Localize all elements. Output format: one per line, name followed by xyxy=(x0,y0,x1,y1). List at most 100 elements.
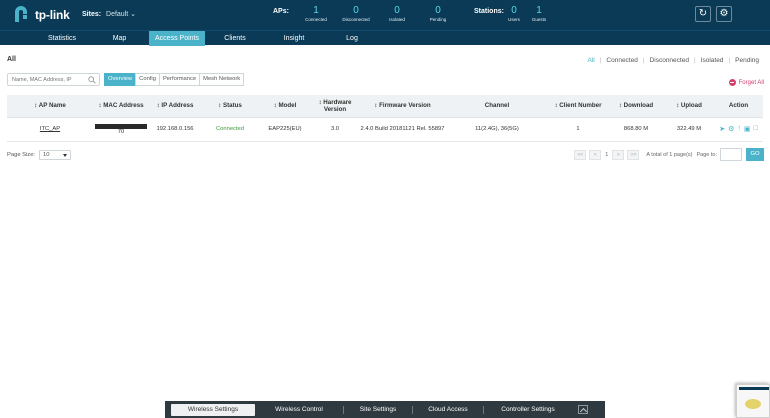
status-badge: Connected xyxy=(215,126,245,132)
last-page-button[interactable]: >> xyxy=(627,149,640,160)
nav-log[interactable]: Log xyxy=(324,31,380,46)
mac-address-suffix: 70 xyxy=(117,128,125,135)
gear-icon[interactable]: ⚙ xyxy=(728,125,734,133)
col-action: Action xyxy=(714,95,763,118)
col-ip-address[interactable]: ↕ IP Address xyxy=(149,95,201,118)
main-nav: Statistics Map Access Points Clients Ins… xyxy=(0,30,770,46)
next-page-button[interactable]: > xyxy=(612,149,625,160)
tp-link-logo[interactable]: tp-link xyxy=(12,6,70,24)
current-page: 1 xyxy=(605,151,609,158)
logo-text: tp-link xyxy=(35,8,70,22)
tab-mesh-network[interactable]: Mesh Network xyxy=(199,73,245,86)
col-upload[interactable]: ↕ Upload xyxy=(664,95,714,118)
nav-access-points[interactable]: Access Points xyxy=(149,31,205,46)
ap-stat-number: 0 xyxy=(435,5,441,16)
filter-connected[interactable]: Connected xyxy=(601,57,642,64)
ap-stat-label: Pending xyxy=(429,17,447,22)
filter-disconnected[interactable]: Disconnected xyxy=(645,57,694,64)
col-model[interactable]: ↕ Model xyxy=(259,95,311,118)
refresh-button[interactable]: ↻ xyxy=(695,6,711,22)
thumbnail-image xyxy=(745,399,761,409)
search-input[interactable] xyxy=(8,74,86,85)
forget-all-label: Forget All xyxy=(738,79,764,86)
firmware-version-cell: 2.4.0 Build 20181121 Rel. 55897 xyxy=(359,117,446,142)
action-cell: ➤ ⚙ ↑ ▣ □ xyxy=(714,117,763,142)
dock-cloud-access[interactable]: Cloud Access xyxy=(413,404,483,416)
ip-address-cell: 192.168.0.156 xyxy=(149,117,201,142)
tab-overview[interactable]: Overview xyxy=(104,73,137,86)
tp-link-logo-icon xyxy=(15,6,27,22)
forget-all-button[interactable]: Forget All xyxy=(728,79,764,86)
ap-stat-number: 1 xyxy=(313,5,319,16)
col-ap-name[interactable]: ↕ AP Name xyxy=(7,95,93,118)
export-icon[interactable]: □ xyxy=(754,125,758,133)
dock-controller-settings[interactable]: Controller Settings xyxy=(484,404,572,416)
site-selector[interactable]: Sites: Default ⌄ xyxy=(82,10,136,18)
section-title: All xyxy=(7,56,16,63)
calendar-icon[interactable]: ▣ xyxy=(744,125,751,133)
tab-performance[interactable]: Performance xyxy=(158,73,201,86)
station-stat-users[interactable]: 0 Users xyxy=(501,5,527,22)
nav-insight[interactable]: Insight xyxy=(266,31,322,46)
station-stat-number: 1 xyxy=(536,5,542,16)
table-header-row: ↕ AP Name ↕ MAC Address ↕ IP Address ↕ S… xyxy=(7,95,763,118)
thumbnail-header xyxy=(739,387,769,390)
col-download[interactable]: ↕ Download xyxy=(608,95,664,118)
search-box xyxy=(7,73,100,86)
model-cell: EAP225(EU) xyxy=(259,117,311,142)
collapse-dock-button[interactable] xyxy=(578,405,588,414)
upgrade-icon[interactable]: ↑ xyxy=(737,125,741,133)
ap-stat-isolated[interactable]: 0 Isolated xyxy=(377,5,417,22)
table-row[interactable]: ITC_AP 70 192.168.0.156 Connected EAP225… xyxy=(7,117,763,142)
filter-all[interactable]: All xyxy=(582,57,599,64)
ap-stat-connected[interactable]: 1 Connected xyxy=(296,5,336,22)
chevron-down-icon: ⌄ xyxy=(130,11,137,18)
locate-icon[interactable]: ➤ xyxy=(719,125,725,133)
dock-wireless-control[interactable]: Wireless Control xyxy=(255,404,343,416)
ap-stat-number: 0 xyxy=(394,5,400,16)
ap-stat-number: 0 xyxy=(353,5,359,16)
ap-stat-disconnected[interactable]: 0 Disconnected xyxy=(336,5,376,22)
screenshot-thumbnail[interactable] xyxy=(736,384,770,418)
ap-stat-pending[interactable]: 0 Pending xyxy=(418,5,458,22)
first-page-button[interactable]: << xyxy=(574,149,587,160)
station-stat-label: Guests xyxy=(531,17,547,22)
filter-pending[interactable]: Pending xyxy=(730,57,764,64)
pagination: << < 1 > >> A total of 1 page(s) Page to… xyxy=(574,148,764,161)
nav-statistics[interactable]: Statistics xyxy=(34,31,90,46)
col-channel: Channel xyxy=(446,95,548,118)
station-stat-guests[interactable]: 1 Guests xyxy=(526,5,552,22)
ap-stat-label: Connected xyxy=(305,17,327,22)
col-mac-address[interactable]: ↕ MAC Address xyxy=(93,95,149,118)
client-number-cell: 1 xyxy=(548,117,608,142)
tab-config[interactable]: Config xyxy=(135,73,160,86)
aps-label: APs: xyxy=(273,8,289,15)
sites-value: Default xyxy=(106,11,129,18)
ap-stat-label: Disconnected xyxy=(342,17,370,22)
col-status[interactable]: ↕ Status xyxy=(201,95,259,118)
station-stat-label: Users xyxy=(508,17,520,22)
go-button[interactable]: GO xyxy=(746,148,764,161)
page-size-value: 10 xyxy=(43,152,50,158)
filter-isolated[interactable]: Isolated xyxy=(696,57,729,64)
nav-clients[interactable]: Clients xyxy=(207,31,263,46)
col-firmware-version[interactable]: ↕ Firmware Version xyxy=(359,95,446,118)
ap-stat-label: Isolated xyxy=(389,17,405,22)
page-to-label: Page to: xyxy=(696,151,718,158)
sites-label: Sites: xyxy=(82,11,102,18)
col-hardware-version[interactable]: ↕ Hardware Version xyxy=(311,95,359,118)
page-size-select[interactable]: 10 xyxy=(39,150,72,160)
dock-wireless-settings[interactable]: Wireless Settings xyxy=(171,403,255,416)
ap-name-link[interactable]: ITC_AP xyxy=(40,126,60,132)
prev-page-button[interactable]: < xyxy=(589,149,602,160)
page-to-input[interactable] xyxy=(720,148,742,161)
col-client-number[interactable]: ↕ Client Number xyxy=(548,95,608,118)
search-icon[interactable] xyxy=(88,76,96,84)
minus-circle-icon xyxy=(728,79,736,86)
nav-map[interactable]: Map xyxy=(92,31,147,46)
status-filter: All | Connected | Disconnected | Isolate… xyxy=(582,57,764,64)
settings-button[interactable]: ⚙ xyxy=(716,6,732,22)
top-header: tp-link Sites: Default ⌄ APs: 1 Connecte… xyxy=(0,0,770,30)
stations-label: Stations: xyxy=(474,8,504,15)
dock-site-settings[interactable]: Site Settings xyxy=(344,404,412,416)
